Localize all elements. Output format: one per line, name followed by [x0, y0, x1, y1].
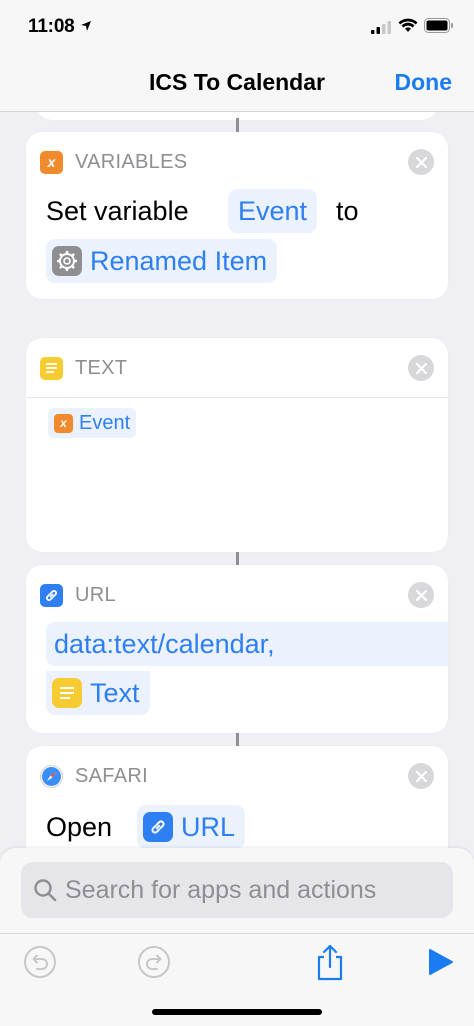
set-variable-label: Set variable [46, 196, 189, 226]
open-label: Open [46, 812, 113, 842]
location-arrow-icon [81, 21, 91, 31]
close-icon [415, 362, 427, 374]
url-variable-token[interactable]: URL [137, 805, 246, 849]
connector-line [236, 118, 239, 132]
wifi-icon [398, 18, 418, 32]
variable-icon: x [54, 413, 73, 433]
variable-icon: x [40, 150, 63, 174]
close-icon [415, 156, 427, 168]
set-variable-action-card[interactable]: x VARIABLES Set variable Event to Rename… [26, 132, 448, 299]
remove-action-button[interactable] [408, 763, 434, 789]
remove-action-button[interactable] [408, 149, 434, 175]
text-content-field[interactable]: x Event [26, 398, 448, 552]
action-category: TEXT [75, 356, 128, 379]
battery-icon [424, 18, 453, 33]
redo-icon [138, 946, 170, 978]
action-header: TEXT [40, 355, 127, 381]
share-icon [317, 944, 343, 981]
action-canvas[interactable]: x VARIABLES Set variable Event to Rename… [0, 112, 474, 852]
variable-name-text: Event [238, 195, 308, 226]
value-token-text: Renamed Item [90, 245, 268, 276]
value-token[interactable]: Renamed Item [46, 239, 278, 283]
toolbar-divider [0, 933, 474, 934]
link-icon [143, 812, 173, 842]
text-icon [40, 356, 63, 380]
text-token-text: Text [90, 677, 140, 708]
action-category: URL [75, 583, 116, 606]
to-label: to [336, 196, 359, 226]
text-variable-token[interactable]: Text [46, 671, 150, 715]
action-category: SAFARI [75, 764, 148, 787]
undo-button[interactable] [20, 940, 60, 984]
gear-icon [52, 246, 82, 276]
url-text: data:text/calendar, [54, 628, 275, 659]
safari-action-card[interactable]: SAFARI Open URL [26, 746, 448, 852]
close-icon [415, 589, 427, 601]
undo-icon [24, 946, 56, 978]
search-icon [34, 879, 57, 902]
action-category: VARIABLES [75, 150, 188, 173]
url-action-card[interactable]: URL data:text/calendar, Text [26, 565, 448, 733]
text-action-card[interactable]: TEXT x Event [26, 338, 448, 552]
play-icon [429, 949, 453, 975]
action-search-sheet [0, 848, 474, 1026]
action-header: x VARIABLES [40, 149, 187, 175]
connector-line [236, 733, 239, 747]
navigation-bar: ICS To Calendar Done [0, 50, 474, 112]
run-button[interactable] [420, 940, 460, 984]
share-button[interactable] [310, 940, 350, 984]
search-input[interactable] [65, 875, 435, 905]
text-icon [52, 678, 82, 708]
action-header: URL [40, 582, 116, 608]
search-field[interactable] [21, 862, 453, 918]
event-token-text: Event [79, 411, 131, 434]
done-button[interactable]: Done [395, 69, 453, 96]
redo-button[interactable] [134, 940, 174, 984]
safari-compass-icon [40, 764, 63, 788]
cellular-signal-icon [371, 21, 391, 34]
connector-line [236, 552, 239, 566]
close-icon [415, 770, 427, 782]
url-token-text: URL [181, 811, 236, 842]
remove-action-button[interactable] [408, 582, 434, 608]
variable-name-token[interactable]: Event [228, 189, 318, 233]
link-icon [40, 583, 63, 607]
event-variable-token[interactable]: x Event [48, 408, 137, 438]
url-text-field[interactable]: data:text/calendar, [46, 622, 448, 666]
home-indicator [152, 1009, 322, 1015]
status-time: 11:08 [28, 16, 75, 37]
remove-action-button[interactable] [408, 355, 434, 381]
status-bar: 11:08 [0, 0, 474, 50]
action-header: SAFARI [40, 763, 148, 789]
